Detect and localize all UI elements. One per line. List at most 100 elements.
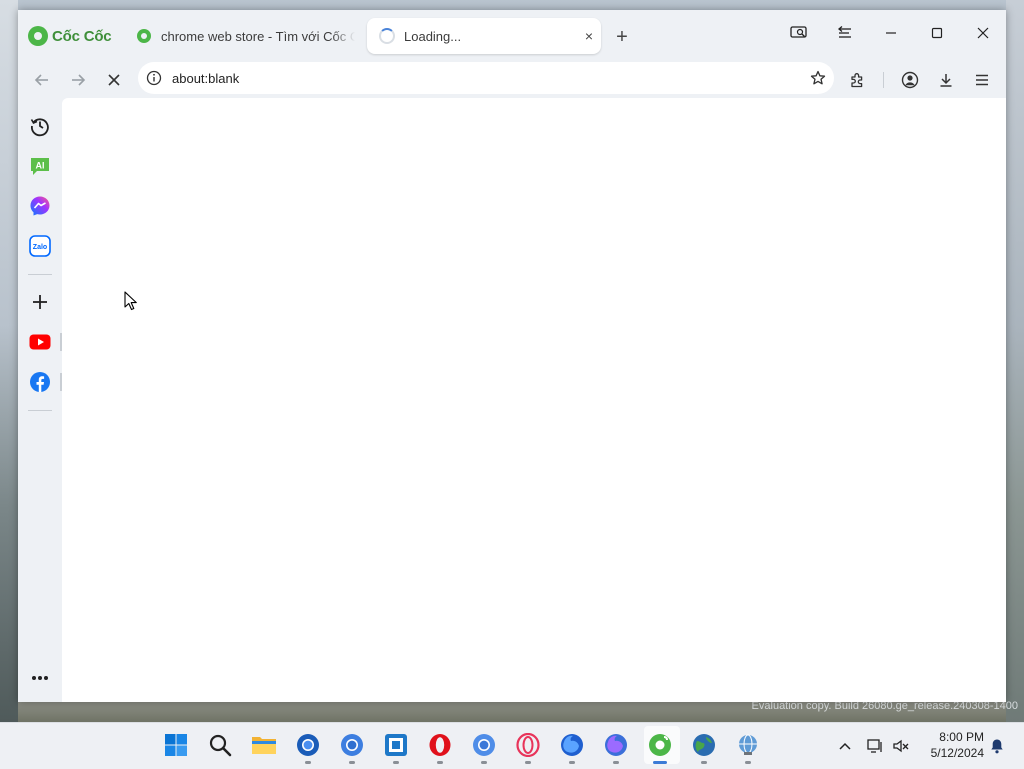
stop-icon: [108, 74, 120, 86]
clock-date: 5/12/2024: [930, 746, 984, 760]
desktop-background-left: [0, 0, 18, 722]
zalo-label: Zalo: [33, 244, 47, 251]
tab-strip: Cốc Cốc chrome web store - Tìm với Cốc C…: [18, 10, 1006, 62]
sidebar-divider: [28, 410, 52, 411]
profile-icon: [901, 71, 919, 89]
opera-icon: [429, 734, 451, 756]
taskbar-running-indicator: [525, 761, 531, 764]
tab-chrome-web-store[interactable]: chrome web store - Tìm với Cốc C: [130, 18, 358, 54]
taskbar-firefox[interactable]: [558, 731, 586, 759]
taskbar-running-indicator: [349, 761, 355, 764]
close-icon: [977, 27, 989, 39]
sidebar-toggle-button[interactable]: [828, 21, 862, 45]
sidebar-item-messenger[interactable]: [28, 194, 52, 218]
taskbar-coccoc[interactable]: [646, 731, 674, 759]
toolbar-separator: [883, 72, 884, 88]
site-info-icon[interactable]: [146, 70, 162, 86]
menu-icon: [976, 74, 988, 86]
download-icon: [940, 74, 952, 87]
taskbar: 8:00 PM 5/12/2024: [0, 722, 1024, 769]
sidebar-add-button[interactable]: [28, 290, 52, 314]
stop-loading-button[interactable]: [100, 66, 128, 94]
downloads-button[interactable]: [932, 66, 960, 94]
coccoc-icon: [137, 29, 151, 43]
address-bar[interactable]: [138, 62, 834, 94]
sidebar-item-ai-chat[interactable]: AI: [28, 154, 52, 178]
add-icon: [33, 295, 47, 309]
profile-button[interactable]: [896, 66, 924, 94]
tray-volume-button[interactable]: [892, 737, 910, 755]
coccoc-icon: [649, 734, 671, 756]
history-icon: [30, 118, 49, 137]
sidebar-more-button[interactable]: [28, 666, 52, 690]
taskbar-chrome-beta[interactable]: [470, 731, 498, 759]
taskbar-mail-app[interactable]: [382, 731, 410, 759]
tab-close-button[interactable]: ×: [577, 28, 601, 44]
ai-chat-icon: AI: [31, 158, 49, 175]
search-icon: [209, 734, 232, 757]
new-tab-button[interactable]: +: [610, 25, 634, 49]
zalo-icon: Zalo: [29, 235, 51, 257]
maximize-button[interactable]: [920, 21, 954, 45]
youtube-icon: [29, 334, 51, 350]
tab-loading[interactable]: Loading... ×: [367, 18, 601, 54]
taskbar-running-indicator: [393, 761, 399, 764]
taskbar-chromium[interactable]: [294, 731, 322, 759]
file-explorer-icon: [252, 737, 276, 754]
extensions-button[interactable]: [844, 66, 872, 94]
screenshot-button[interactable]: [782, 21, 816, 45]
network-globe-icon: [739, 734, 757, 755]
back-arrow-icon: [34, 74, 48, 86]
taskbar-opera-gx[interactable]: [514, 731, 542, 759]
taskbar-search-button[interactable]: [206, 731, 234, 759]
extensions-icon: [851, 73, 863, 88]
coccoc-brand-text: Cốc Cốc: [52, 27, 112, 45]
taskbar-running-indicator: [701, 761, 707, 764]
facebook-icon: [30, 372, 50, 392]
sidebar-item-history[interactable]: [28, 114, 52, 138]
opera-gx-icon: [516, 733, 540, 757]
earth-browser-icon: [693, 734, 715, 756]
network-icon: [867, 739, 882, 753]
notifications-button[interactable]: [988, 737, 1006, 755]
taskbar-earth-browser[interactable]: [690, 731, 718, 759]
coccoc-logo-icon: [28, 26, 48, 46]
firefox-dev-icon: [605, 734, 627, 756]
loading-spinner-icon: [379, 28, 395, 44]
tab-title: Loading...: [404, 28, 462, 44]
taskbar-chrome[interactable]: [338, 731, 366, 759]
url-input[interactable]: [170, 69, 774, 87]
forward-button[interactable]: [64, 66, 92, 94]
tray-overflow-button[interactable]: [836, 737, 854, 755]
page-content-blank[interactable]: [62, 98, 1006, 702]
tray-network-button[interactable]: [866, 737, 884, 755]
chrome-icon: [341, 734, 363, 756]
back-button[interactable]: [28, 66, 56, 94]
navigation-toolbar: [18, 62, 1006, 98]
browser-window: Cốc Cốc chrome web store - Tìm với Cốc C…: [18, 10, 1006, 702]
taskbar-running-indicator: [613, 761, 619, 764]
taskbar-clock[interactable]: 8:00 PM 5/12/2024: [916, 729, 984, 761]
desktop-background-right: [1006, 0, 1024, 722]
minimize-button[interactable]: [874, 21, 908, 45]
taskbar-running-indicator: [305, 761, 311, 764]
sidebar-item-youtube[interactable]: [28, 330, 52, 354]
taskbar-firefox-dev[interactable]: [602, 731, 630, 759]
taskbar-network-globe[interactable]: [734, 731, 762, 759]
coccoc-logo[interactable]: Cốc Cốc: [28, 24, 112, 48]
taskbar-running-indicator: [745, 761, 751, 764]
tab-title: chrome web store - Tìm với Cốc C: [161, 28, 355, 44]
taskbar-running-indicator: [437, 761, 443, 764]
main-menu-button[interactable]: [968, 66, 996, 94]
more-icon: [32, 676, 48, 680]
taskbar-file-explorer[interactable]: [250, 731, 278, 759]
close-window-button[interactable]: [966, 21, 1000, 45]
chromium-icon: [297, 734, 319, 756]
sidebar-item-facebook[interactable]: [28, 370, 52, 394]
taskbar-opera[interactable]: [426, 731, 454, 759]
bell-icon: [991, 739, 1003, 754]
bookmark-star-icon[interactable]: [808, 68, 828, 88]
taskbar-start-button[interactable]: [162, 731, 190, 759]
sidebar-item-zalo[interactable]: Zalo: [28, 234, 52, 258]
firefox-icon: [561, 734, 583, 756]
